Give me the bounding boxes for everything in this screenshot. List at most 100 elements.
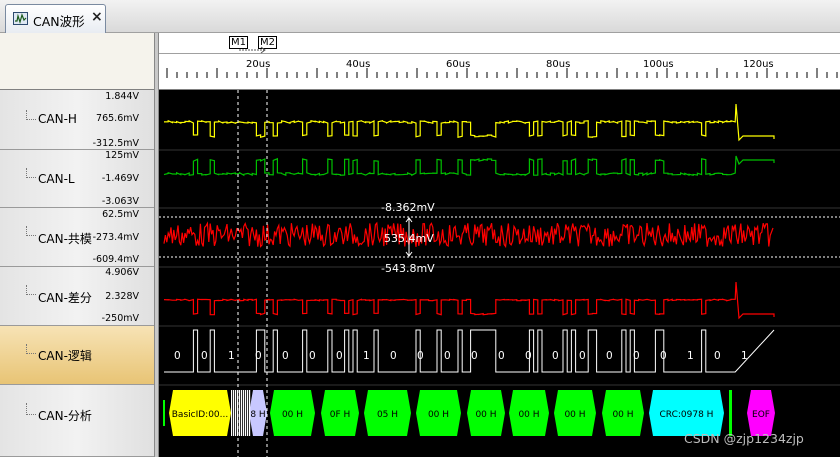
- logic-bit-label: 0: [282, 350, 289, 362]
- stuff-bit-marker: [231, 390, 233, 436]
- logic-bit-label: 0: [417, 350, 424, 362]
- logic-bit-label: 0: [552, 350, 559, 362]
- scale-mid: 765.6mV: [96, 113, 139, 124]
- channel-name: CAN-分析: [38, 409, 92, 423]
- logic-bit-label: 0: [390, 350, 397, 362]
- frame-field-label: 00 H: [518, 410, 539, 420]
- tree-connector: [26, 168, 36, 178]
- sof-marker: [163, 400, 165, 426]
- channel-can-diff[interactable]: 4.906V CAN-差分 2.328V -250mV: [0, 267, 154, 326]
- frame-field[interactable]: 8 H: [249, 390, 267, 436]
- tree-connector: [26, 344, 36, 354]
- channel-can-h[interactable]: 1.844V CAN-H 765.6mV -312.5mV: [0, 90, 154, 150]
- marker-bar[interactable]: M1 M2: [159, 33, 840, 54]
- scale-bottom: -312.5mV: [92, 138, 139, 149]
- tree-connector: [26, 403, 36, 415]
- trace-can-l: [163, 155, 775, 177]
- stuff-bit-marker: [247, 390, 249, 436]
- frame-field[interactable]: 00 H: [509, 390, 549, 436]
- frame-field-label: 00 H: [564, 410, 585, 420]
- frame-field-label: BasicID:00...: [172, 410, 228, 420]
- frame-field-label: 00 H: [428, 410, 449, 420]
- logic-bit-label: 0: [444, 350, 451, 362]
- trace-can-h: [163, 103, 775, 142]
- logic-bit-label: 0: [579, 350, 586, 362]
- time-axis[interactable]: 20us 40us 60us 80us 100us 120us: [159, 54, 840, 90]
- logic-bit-label: 0: [498, 350, 505, 362]
- stuff-bit-marker: [235, 390, 237, 436]
- frame-field-label: CRC:0978 H: [660, 410, 714, 420]
- channel-can-common[interactable]: 62.5mV CAN-共模 -273.4mV -609.4mV: [0, 208, 154, 267]
- stuff-bit-marker: [249, 390, 251, 436]
- frame-field[interactable]: 00 H: [602, 390, 644, 436]
- channel-can-analysis[interactable]: CAN-分析: [0, 385, 154, 457]
- tree-connector: [26, 110, 36, 120]
- measure-bottom-value: -543.8mV: [381, 262, 435, 275]
- stuff-bit-marker: [241, 390, 243, 436]
- logic-bit-label: 0: [201, 350, 208, 362]
- logic-bit-label: 1: [741, 350, 748, 362]
- scale-mid: 2.328V: [105, 291, 139, 302]
- scale-top: 1.844V: [105, 91, 139, 102]
- trace-can-diff: [163, 281, 775, 320]
- frame-field-label: 00 H: [282, 410, 303, 420]
- frame-field-label: 8 H: [250, 410, 265, 420]
- close-icon[interactable]: ×: [91, 9, 103, 25]
- logic-bit-label: 0: [471, 350, 478, 362]
- frame-field[interactable]: 00 H: [467, 390, 505, 436]
- trace-can-common: [163, 221, 774, 249]
- scale-bottom: -250mV: [101, 313, 139, 324]
- frame-field-label: 00 H: [612, 410, 633, 420]
- scale-top: 125mV: [105, 150, 139, 161]
- scale-mid: -273.4mV: [92, 232, 139, 243]
- channel-name: CAN-逻辑: [38, 349, 92, 363]
- frame-field[interactable]: 0F H: [321, 390, 359, 436]
- stuff-bit-marker: [233, 390, 235, 436]
- logic-bit-label: 0: [525, 350, 532, 362]
- measure-top-value: -8.362mV: [381, 201, 435, 214]
- logic-bit-label: 0: [606, 350, 613, 362]
- frame-field-label: 05 H: [377, 410, 398, 420]
- channel-header-blank: [0, 33, 156, 90]
- logic-bit-label: 0: [174, 350, 181, 362]
- frame-field[interactable]: 05 H: [364, 390, 411, 436]
- scale-bottom: -609.4mV: [92, 254, 139, 265]
- ack-marker: [729, 390, 732, 436]
- logic-bit-label: 1: [228, 350, 235, 362]
- frame-field[interactable]: 00 H: [416, 390, 461, 436]
- tree-connector: [26, 285, 36, 295]
- scale-top: 4.906V: [105, 267, 139, 278]
- logic-bit-label: 0: [633, 350, 640, 362]
- logic-bit-label: 0: [714, 350, 721, 362]
- waveform-plot[interactable]: 0 0 1 0 0 0 0 1 0 0 0 0 0 0 0 0 0 0 0 1 0 1 BasicID:00... 8 H 0…: [159, 90, 840, 457]
- frame-field[interactable]: 00 H: [270, 390, 315, 436]
- stuff-bit-marker: [243, 390, 245, 436]
- scale-bottom: -3.063V: [101, 196, 139, 207]
- watermark: CSDN @zjp1234zjp: [684, 431, 804, 446]
- channel-list: 1.844V CAN-H 765.6mV -312.5mV 125mV CAN-…: [0, 90, 154, 457]
- frame-field[interactable]: BasicID:00...: [169, 390, 231, 436]
- frame-field-label: EOF: [752, 410, 770, 420]
- frame-field[interactable]: 00 H: [554, 390, 596, 436]
- tab-bar: CAN波形 ×: [0, 0, 840, 33]
- stuff-bit-marker: [245, 390, 247, 436]
- marker-arrow-icon: [239, 46, 266, 54]
- frame-field[interactable]: CRC:0978 H: [649, 390, 724, 436]
- logic-bit-label: 0: [336, 350, 343, 362]
- logic-bit-label: 1: [363, 350, 370, 362]
- logic-bit-label: 0: [660, 350, 667, 362]
- channel-can-logic[interactable]: CAN-逻辑: [0, 326, 154, 385]
- tab-can-waveform[interactable]: CAN波形 ×: [5, 4, 106, 33]
- frame-field-label: 00 H: [475, 410, 496, 420]
- tree-connector: [26, 226, 36, 236]
- measure-delta-value: 535.4mV: [384, 232, 434, 245]
- waveform-window-icon: [13, 12, 28, 25]
- scale-top: 62.5mV: [102, 209, 139, 220]
- channel-can-l[interactable]: 125mV CAN-L -1.469V -3.063V: [0, 150, 154, 208]
- logic-bit-label: 0: [309, 350, 316, 362]
- time-ticks: [166, 68, 838, 78]
- frame-field[interactable]: EOF: [747, 390, 775, 436]
- tab-label: CAN波形: [33, 14, 85, 29]
- scale-mid: -1.469V: [101, 173, 139, 184]
- frame-field-label: 0F H: [330, 410, 351, 420]
